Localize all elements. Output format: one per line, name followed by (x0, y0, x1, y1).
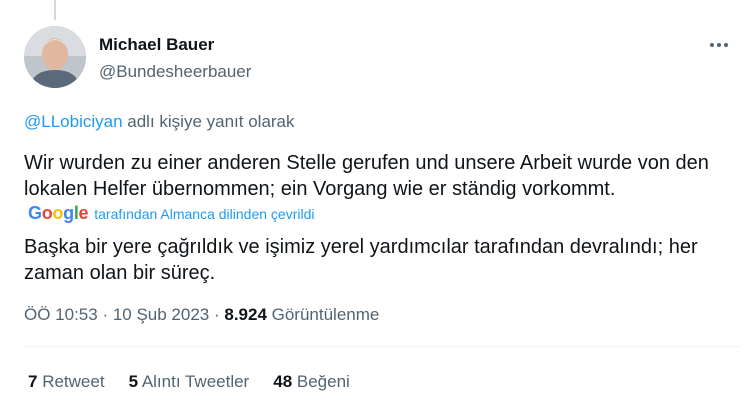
translated-tweet-text: Başka bir yere çağrıldık ve işimiz yerel… (24, 236, 698, 284)
thread-connector-line (54, 0, 56, 20)
avatar-image (24, 26, 86, 88)
author-block: Michael Bauer @Bundesheerbauer (99, 34, 251, 83)
tweet-metadata: ÖÖ 10:53 · 10 Şub 2023 · 8.924 Görüntüle… (24, 304, 379, 326)
author-handle[interactable]: @Bundesheerbauer (99, 61, 251, 83)
retweets-label: Retweet (37, 372, 105, 391)
meta-separator: · (209, 305, 225, 324)
reply-suffix: adlı kişiye yanıt olarak (122, 112, 295, 131)
meta-separator: · (97, 305, 113, 324)
likes-stat[interactable]: 48 Beğeni (273, 371, 350, 393)
likes-label: Beğeni (292, 372, 350, 391)
avatar[interactable] (24, 26, 86, 88)
more-dot (724, 43, 728, 47)
divider (24, 346, 740, 347)
quotes-stat[interactable]: 5 Alıntı Tweetler (129, 371, 250, 393)
more-horizontal-icon (710, 43, 714, 47)
more-dot (717, 43, 721, 47)
tweet-date[interactable]: 10 Şub 2023 (113, 305, 209, 324)
likes-count: 48 (273, 372, 293, 391)
views-label: Görüntülenme (266, 305, 380, 324)
tweet-text: Wir wurden zu einer anderen Stelle geruf… (24, 152, 709, 200)
google-logo-icon: Google (28, 203, 89, 223)
quotes-label: Alıntı Tweetler (138, 372, 250, 391)
more-options-button[interactable] (708, 36, 730, 54)
views-count: 8.924 (224, 305, 267, 324)
retweets-stat[interactable]: 7 Retweet (28, 371, 105, 393)
tweet-stats: 7 Retweet 5 Alıntı Tweetler 48 Beğeni (28, 371, 350, 393)
translation-label[interactable]: tarafından Almanca dilinden çevrildi (94, 206, 314, 222)
tweet-time[interactable]: ÖÖ 10:53 (24, 305, 98, 324)
quotes-count: 5 (128, 372, 139, 391)
reply-mention-link[interactable]: @LLobiciyan (24, 112, 123, 131)
author-name[interactable]: Michael Bauer (99, 34, 251, 56)
reply-context: @LLobiciyan adlı kişiye yanıt olarak (24, 110, 295, 134)
translation-attribution[interactable]: Google tarafından Almanca dilinden çevri… (28, 203, 314, 224)
